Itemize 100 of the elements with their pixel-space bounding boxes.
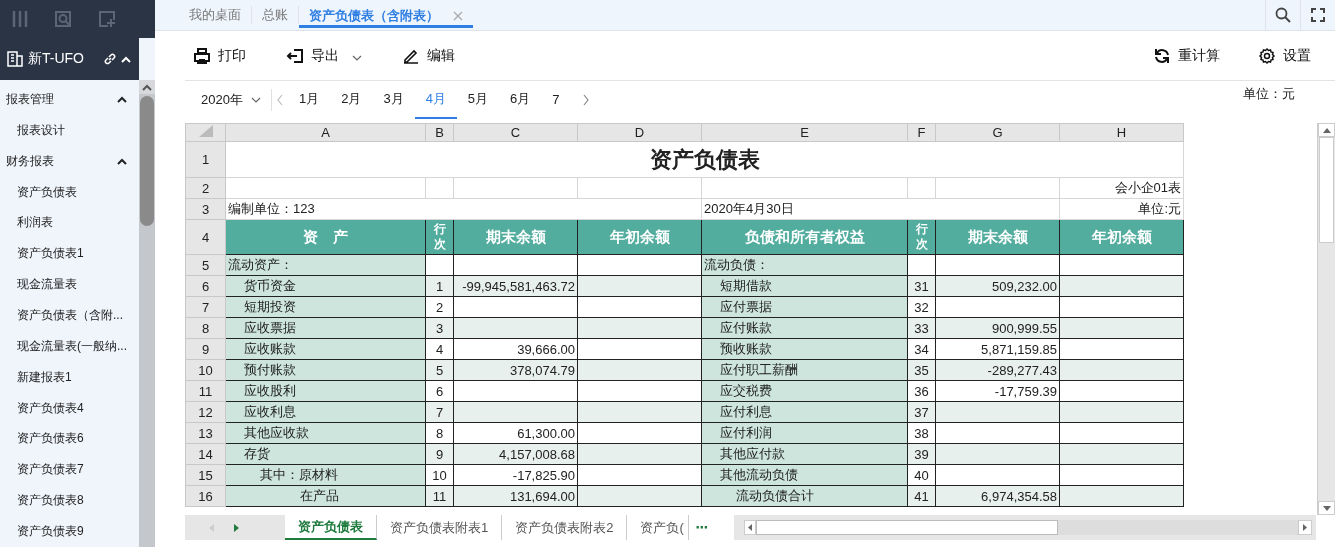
tab[interactable]: 资产负债表（含附表） xyxy=(299,6,473,28)
sidebar-item[interactable]: 资产负债表7 xyxy=(0,454,139,486)
table-cell: 会小企01表 xyxy=(1059,177,1184,199)
table-cell: 流动资产： xyxy=(225,254,426,276)
printer-icon xyxy=(193,46,211,65)
table-cell: 应交税费 xyxy=(701,380,908,402)
table-cell: 预收账款 xyxy=(701,338,908,360)
arrow-right-icon[interactable] xyxy=(234,523,239,532)
close-icon[interactable] xyxy=(453,10,463,21)
sidebar-item[interactable]: 资产负债表4 xyxy=(0,392,139,424)
search-icon[interactable] xyxy=(1275,7,1291,23)
more-sheets[interactable]: ⋯ xyxy=(689,515,735,540)
arrow-up-icon[interactable] xyxy=(1322,127,1331,133)
table-cell: 存货 xyxy=(225,443,426,465)
sidebar-group[interactable]: 财务报表 xyxy=(0,145,139,177)
month-tab[interactable]: 7 xyxy=(541,81,571,119)
table-cell: 应付职工薪酬 xyxy=(701,359,908,381)
row-header: 11 xyxy=(185,380,226,402)
table-cell: 应收账款 xyxy=(225,338,426,360)
month-tab[interactable]: 5月 xyxy=(456,81,500,119)
month-tab[interactable]: 1月 xyxy=(287,81,331,119)
row-header: 10 xyxy=(185,359,226,381)
collapse-icon[interactable] xyxy=(117,95,127,103)
table-cell: 应付利息 xyxy=(701,401,908,423)
scrollbar[interactable] xyxy=(1317,123,1335,515)
sheet-tab[interactable]: 资产负债表 xyxy=(285,515,377,540)
row-header: 4 xyxy=(185,219,226,255)
link-icon[interactable] xyxy=(103,52,117,66)
sidebar-item[interactable]: 新建报表1 xyxy=(0,361,139,393)
toolbar-button[interactable]: 编辑 xyxy=(394,40,463,71)
column-header: H xyxy=(1059,123,1184,142)
sidebar-item[interactable]: 资产负债表1 xyxy=(0,238,139,270)
scroll-thumb[interactable] xyxy=(140,96,154,226)
sidebar-item[interactable]: 资产负债表（含附... xyxy=(0,300,139,331)
sidebar-item[interactable]: 资产负债表6 xyxy=(0,423,139,455)
table-cell: 在产品 xyxy=(225,485,426,507)
table-cell: 4 xyxy=(425,338,454,360)
sidebar-item[interactable]: 利润表 xyxy=(0,207,139,239)
month-tab[interactable]: 4月 xyxy=(414,81,457,119)
toolbar-button[interactable]: 设置 xyxy=(1250,40,1319,71)
column-header: B xyxy=(425,123,454,142)
arrow-right-icon[interactable] xyxy=(1303,524,1307,531)
tab[interactable]: 我的桌面 xyxy=(179,6,252,24)
columns-icon[interactable] xyxy=(12,10,28,28)
column-header: G xyxy=(935,123,1060,142)
table-cell: 10 xyxy=(425,464,454,486)
month-tab[interactable]: 3月 xyxy=(372,81,415,119)
column-header: D xyxy=(577,123,702,142)
table-cell: 36 xyxy=(907,380,936,402)
table-cell: 预付账款 xyxy=(225,359,426,381)
month-tab[interactable]: 6月 xyxy=(499,81,542,119)
sidebar-item[interactable]: 资产负债表8 xyxy=(0,485,139,517)
caret-icon xyxy=(352,54,362,61)
scroll-thumb[interactable] xyxy=(756,520,1059,535)
sidebar-item[interactable]: 资产负债表 xyxy=(0,176,139,208)
sheet-tab[interactable]: 资产负债表附表1 xyxy=(377,515,503,540)
scroll-up-button[interactable] xyxy=(139,80,155,94)
year-dropdown[interactable]: 2020年 xyxy=(185,89,272,111)
sidebar-item[interactable]: 报表设计 xyxy=(0,114,139,146)
table-cell: 其中：原材料 xyxy=(225,464,426,486)
table-cell: 40 xyxy=(907,464,936,486)
app-title: 新T-UFO xyxy=(28,50,85,68)
sidebar-group[interactable]: 报表管理 xyxy=(0,84,139,115)
collapse-icon[interactable] xyxy=(117,157,127,165)
toolbar-button[interactable]: 重计算 xyxy=(1145,40,1228,71)
toolbar-button[interactable]: 导出 xyxy=(278,40,370,71)
chevron-left-icon[interactable] xyxy=(275,94,284,106)
arrow-left-icon[interactable] xyxy=(748,524,753,531)
table-cell: 应付账款 xyxy=(701,317,908,339)
tab[interactable]: 总账 xyxy=(252,6,299,24)
sidebar-item[interactable]: 现金流量表(一般纳... xyxy=(0,330,139,362)
sidebar-item[interactable]: 现金流量表 xyxy=(0,269,139,300)
arrow-down-icon[interactable] xyxy=(1322,505,1331,511)
scrollbar[interactable] xyxy=(139,80,155,547)
table-cell: 34 xyxy=(907,338,936,360)
column-heading: 年初余额 xyxy=(577,219,702,255)
column-heading: 期末余额 xyxy=(935,219,1060,255)
table-cell: 32 xyxy=(907,296,936,318)
table-cell: 应付票据 xyxy=(701,296,908,318)
sheet-tab[interactable]: 资产负债表附表2 xyxy=(502,515,628,540)
table-cell: -17,825.90 xyxy=(453,464,578,486)
row-header: 16 xyxy=(185,485,226,507)
refresh-icon xyxy=(1153,46,1171,65)
table-cell: 6 xyxy=(425,380,454,402)
table-cell: 61,300.00 xyxy=(453,422,578,444)
month-tab[interactable]: 2月 xyxy=(330,81,373,119)
chevron-right-icon[interactable] xyxy=(581,94,590,106)
sheet-tab[interactable]: 资产负( xyxy=(627,515,690,540)
table-cell: 8 xyxy=(425,422,454,444)
fullscreen-icon[interactable] xyxy=(1311,8,1325,22)
row-header: 12 xyxy=(185,401,226,423)
search-document-icon[interactable] xyxy=(54,10,72,28)
scroll-thumb[interactable] xyxy=(1319,137,1334,243)
add-document-icon[interactable] xyxy=(98,10,116,28)
column-heading: 负债和所有者权益 xyxy=(701,219,908,255)
table-cell: 流动负债合计 xyxy=(701,485,908,507)
row-header: 14 xyxy=(185,443,226,465)
table-cell: 2020年4月30日 xyxy=(701,198,1060,220)
sidebar-item[interactable]: 资产负债表9 xyxy=(0,516,139,547)
toolbar-button[interactable]: 打印 xyxy=(185,40,254,71)
